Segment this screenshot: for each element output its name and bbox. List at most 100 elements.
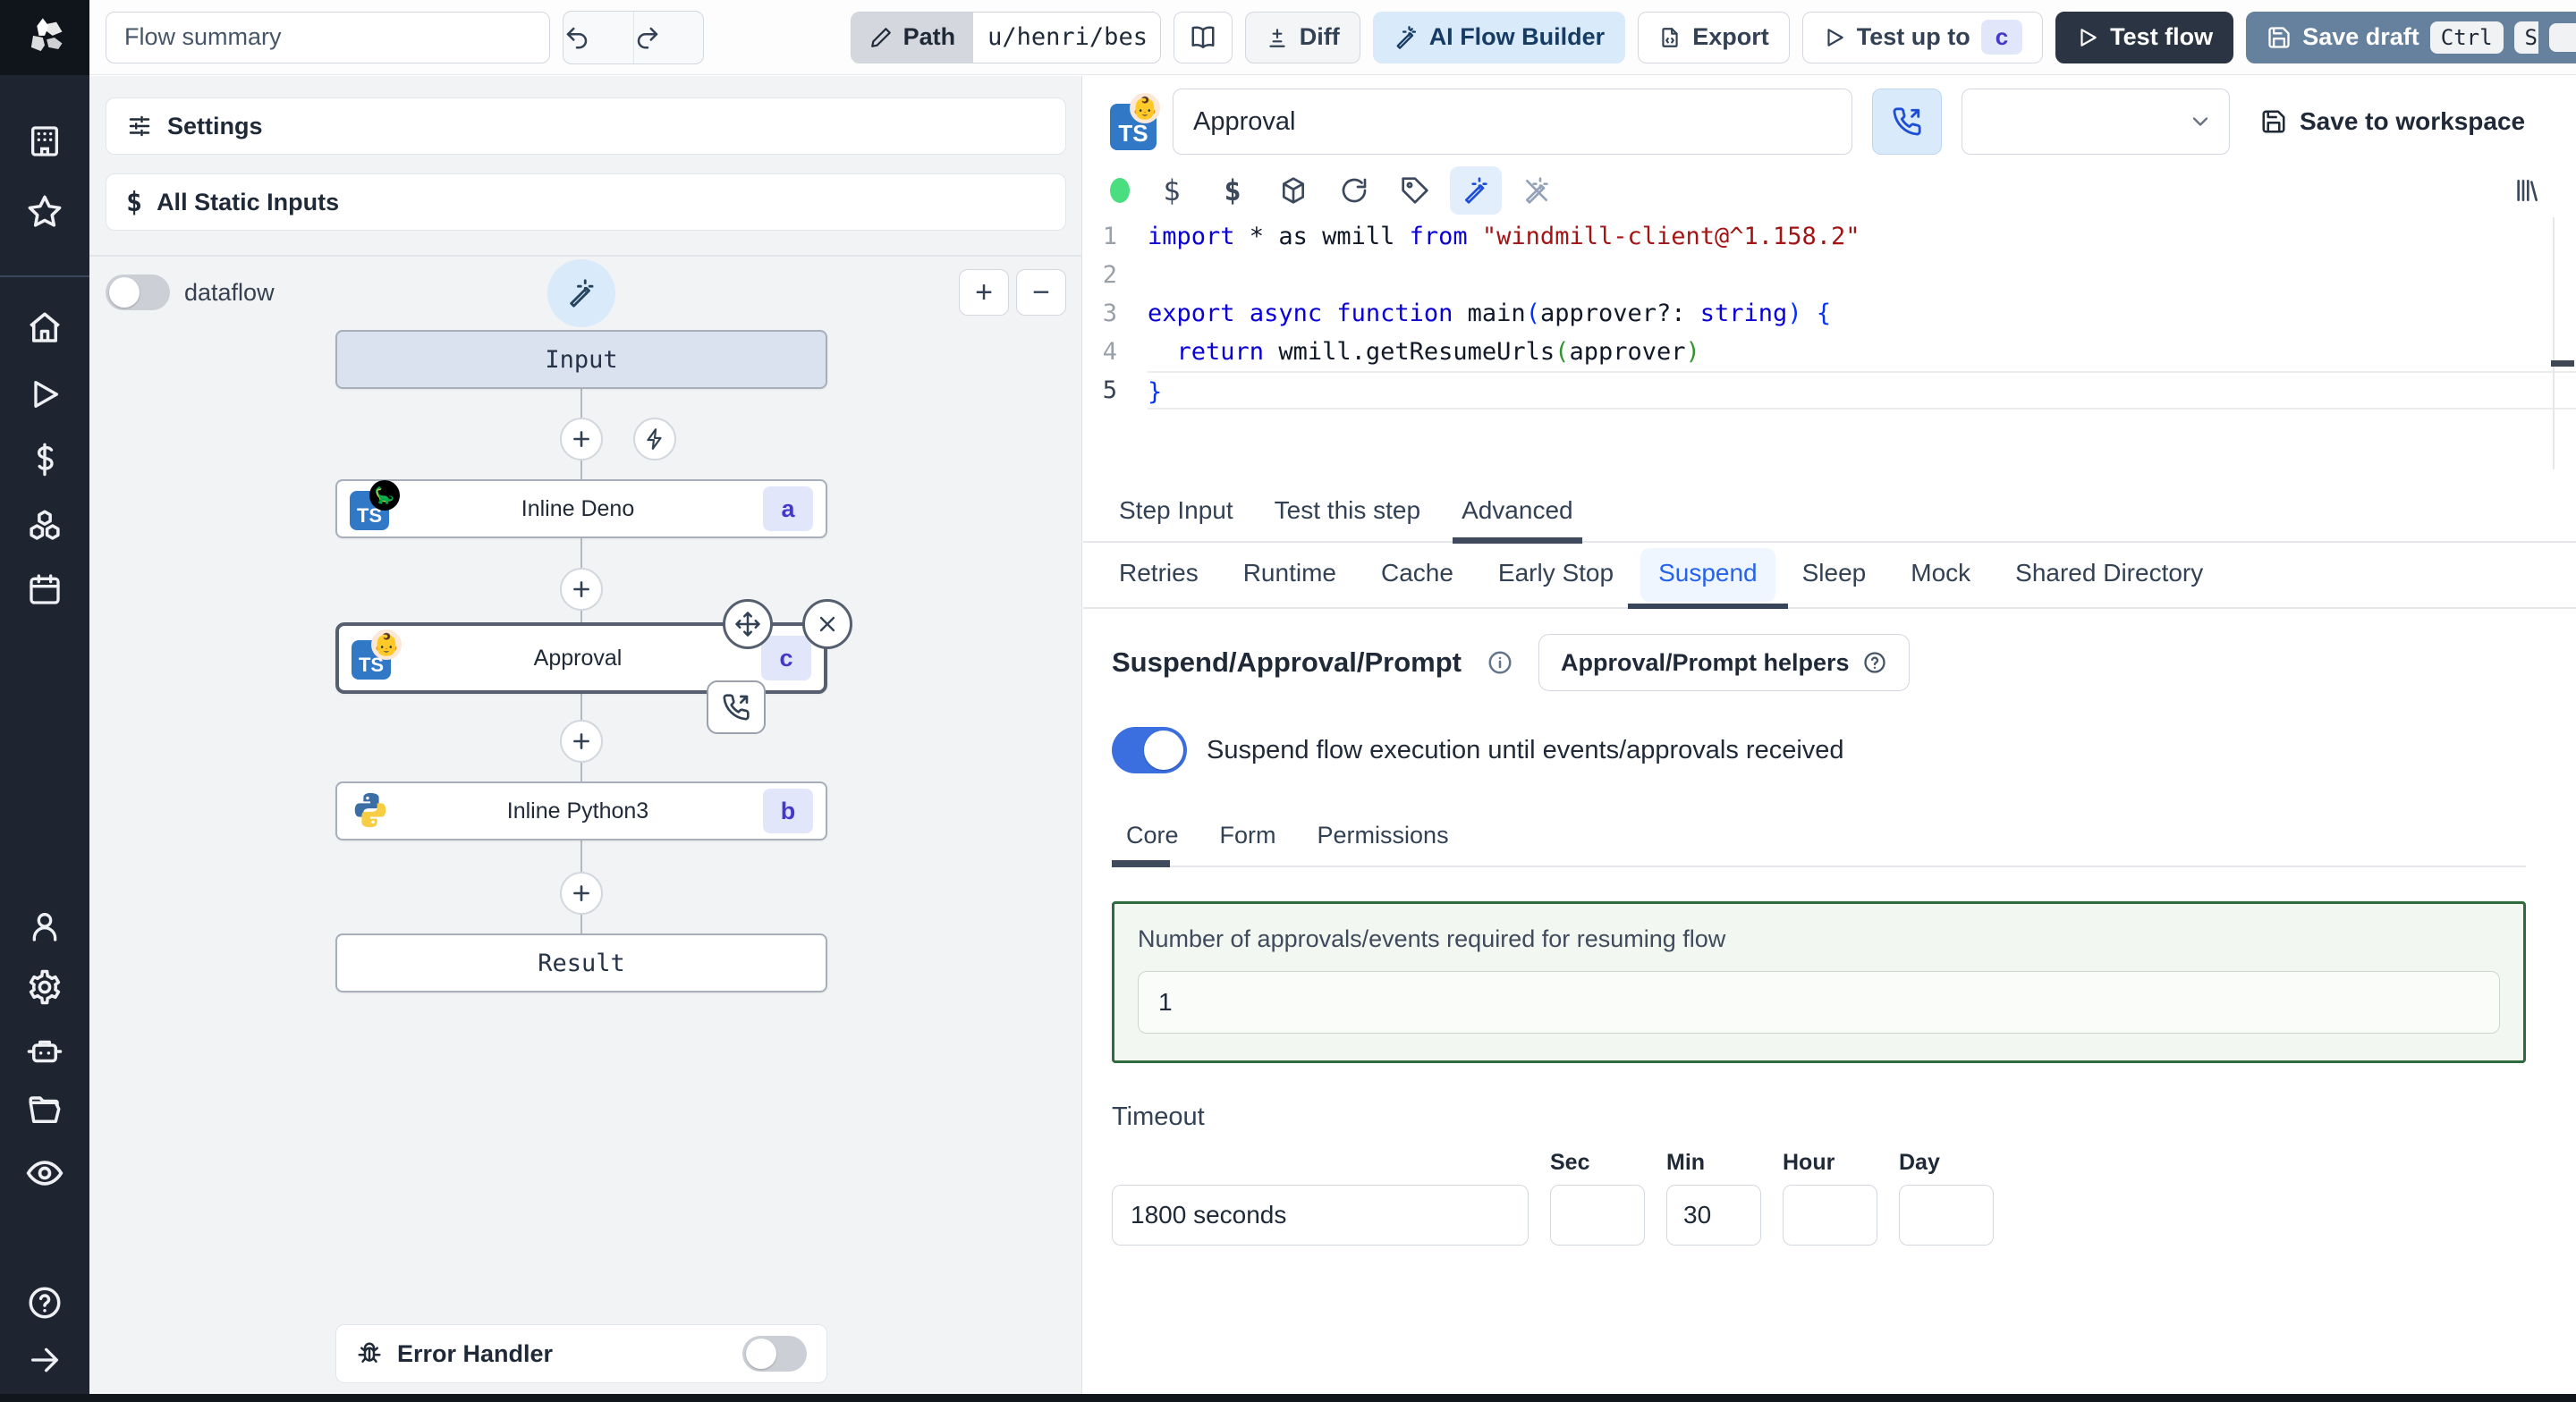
favorites-icon[interactable] [26, 193, 64, 231]
suspend-title: Suspend/Approval/Prompt [1112, 646, 1462, 678]
save-to-workspace-button[interactable]: Save to workspace [2260, 107, 2525, 136]
docs-button[interactable] [1174, 11, 1233, 63]
reload-icon[interactable] [1328, 166, 1380, 215]
subtab-runtime[interactable]: Runtime [1225, 548, 1354, 607]
zoom-out-button[interactable]: − [1016, 269, 1066, 316]
subtab-mock[interactable]: Mock [1893, 548, 1988, 607]
all-static-inputs-label: All Static Inputs [157, 188, 340, 215]
zoom-in-button[interactable]: + [959, 269, 1009, 316]
timeout-seconds-input[interactable] [1112, 1185, 1529, 1246]
add-step-button[interactable] [560, 568, 603, 611]
day-label: Day [1899, 1150, 1940, 1175]
variables-icon[interactable] [27, 442, 63, 477]
move-step-button[interactable] [723, 599, 773, 649]
add-step-button[interactable] [560, 720, 603, 763]
flow-input-node[interactable]: Input [335, 330, 827, 389]
suspend-toggle[interactable] [1112, 727, 1187, 773]
step-node-a[interactable]: TS 🦕 Inline Deno a [335, 479, 827, 538]
path-control[interactable]: Path u/henri/bes [850, 11, 1162, 63]
add-step-button[interactable] [560, 872, 603, 915]
subtab-early-stop[interactable]: Early Stop [1480, 548, 1631, 607]
test-flow-button[interactable]: Test flow [2055, 11, 2234, 63]
step-name-input[interactable] [1173, 89, 1852, 155]
tag-icon[interactable] [1389, 166, 1441, 215]
subtab-sleep[interactable]: Sleep [1784, 548, 1885, 607]
code-line[interactable]: 4 return wmill.getResumeUrls(approver) [1083, 333, 2576, 371]
min-input[interactable] [1666, 1185, 1761, 1246]
approval-prompt-helpers-button[interactable]: Approval/Prompt helpers [1538, 634, 1910, 691]
info-icon[interactable] [1487, 649, 1513, 676]
subtab-retries[interactable]: Retries [1101, 548, 1216, 607]
step-id-badge: b [763, 789, 813, 833]
deploy-button-partial[interactable] [2538, 12, 2576, 63]
windmill-logo[interactable] [0, 0, 89, 75]
sec-input[interactable] [1550, 1185, 1645, 1246]
suspend-section: Suspend/Approval/Prompt Approval/Prompt … [1083, 609, 2576, 1246]
error-handler-toggle[interactable] [742, 1336, 807, 1372]
subtab-shared-directory[interactable]: Shared Directory [1997, 548, 2221, 607]
error-handler-card[interactable]: Error Handler [335, 1324, 827, 1383]
redo-button[interactable] [633, 11, 703, 63]
tab-advanced[interactable]: Advanced [1444, 482, 1591, 544]
test-up-to-button[interactable]: Test up to c [1801, 11, 2044, 63]
code-line[interactable]: 3 export async function main(approver?: s… [1083, 294, 2576, 333]
dataflow-toggle[interactable] [106, 274, 170, 310]
ai-off-icon[interactable] [1511, 166, 1563, 215]
add-trigger-button[interactable] [633, 418, 676, 460]
folders-icon[interactable] [26, 1092, 64, 1129]
code-text: export async function main(approver?: st… [1148, 300, 1832, 327]
tab-step-input[interactable]: Step Input [1101, 482, 1251, 541]
runs-icon[interactable] [27, 376, 63, 412]
code-editor[interactable]: 1 import * as wmill from "windmill-client… [1083, 217, 2576, 469]
ai-assist-icon[interactable] [1450, 166, 1502, 215]
step-editor-pane: TS 👶 Save to workspace $ $ 1 import * as … [1083, 76, 2576, 1394]
help-icon[interactable] [26, 1284, 64, 1322]
workspace-icon[interactable] [27, 123, 63, 159]
hour-input[interactable] [1783, 1185, 1877, 1246]
suspend-tab-core[interactable]: Core [1112, 813, 1193, 867]
delete-step-button[interactable] [802, 599, 852, 649]
all-static-inputs-button[interactable]: $ All Static Inputs [106, 173, 1066, 231]
suspend-tab-permissions[interactable]: Permissions [1303, 813, 1463, 866]
tab-test-this-step[interactable]: Test this step [1257, 482, 1438, 541]
code-line[interactable]: 2 [1083, 256, 2576, 294]
workers-icon[interactable] [26, 1033, 64, 1070]
flow-settings-button[interactable]: Settings [106, 97, 1066, 155]
step-node-b[interactable]: Inline Python3 b [335, 781, 827, 840]
audit-icon[interactable] [25, 1153, 64, 1193]
variables-icon[interactable]: $ [1146, 166, 1198, 215]
ai-flow-builder-button[interactable]: AI Flow Builder [1372, 11, 1626, 63]
export-button[interactable]: Export [1638, 11, 1790, 63]
diff-button[interactable]: Diff [1244, 11, 1360, 63]
approvals-required-input[interactable] [1138, 971, 2500, 1034]
step-node-label: Inline Deno [521, 495, 635, 521]
test-up-to-step-badge: c [1980, 20, 2023, 55]
user-icon[interactable] [27, 908, 63, 944]
approval-phone-button[interactable] [1872, 89, 1942, 155]
code-line[interactable]: 1 import * as wmill from "windmill-client… [1083, 217, 2576, 256]
flow-result-node[interactable]: Result [335, 933, 827, 992]
undo-button[interactable] [564, 12, 633, 63]
save-draft-button[interactable]: Save draft Ctrl S [2246, 11, 2569, 63]
subtab-suspend[interactable]: Suspend [1628, 548, 1788, 609]
resources-dollar-icon[interactable]: $ [1207, 166, 1258, 215]
day-input[interactable] [1899, 1185, 1994, 1246]
editor-scrollbar[interactable] [2553, 217, 2555, 469]
suspend-tab-form[interactable]: Form [1206, 813, 1291, 866]
approval-phone-badge[interactable] [707, 680, 766, 734]
library-icon[interactable] [2501, 166, 2553, 215]
flow-canvas-pane: Settings $ All Static Inputs dataflow + … [89, 76, 1082, 1394]
ai-step-wand-button[interactable] [547, 259, 615, 327]
script-version-dropdown[interactable] [1962, 89, 2230, 155]
subtab-cache[interactable]: Cache [1363, 548, 1471, 607]
resources-icon[interactable] [26, 507, 64, 545]
add-step-button[interactable] [560, 418, 603, 460]
gear-icon[interactable] [26, 968, 64, 1006]
topbar: Path u/henri/bes Diff AI Flow Builder Ex… [89, 0, 2576, 75]
collapse-icon[interactable] [27, 1342, 63, 1378]
package-icon[interactable] [1267, 166, 1319, 215]
flow-summary-input[interactable] [106, 11, 551, 63]
schedules-icon[interactable] [27, 571, 63, 607]
code-line[interactable]: 5} [1083, 371, 2576, 410]
home-icon[interactable] [26, 309, 64, 347]
